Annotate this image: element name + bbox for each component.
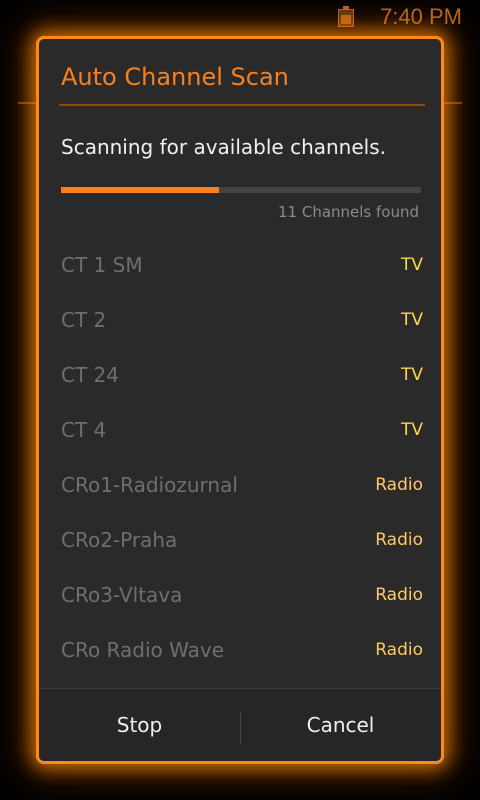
channel-row: CT 1 SM TV	[61, 239, 423, 294]
channel-name: CRo3-Vltava	[61, 583, 183, 607]
channel-name: CRo Radio Wave	[61, 638, 225, 662]
channel-row: CRo1-Radiozurnal Radio	[61, 459, 423, 514]
channel-type: Radio	[375, 585, 423, 605]
scan-progress-fill	[61, 187, 220, 193]
channel-row: CT 24 TV	[61, 349, 423, 404]
channel-type: Radio	[375, 475, 423, 495]
battery-icon	[338, 6, 354, 27]
channel-type: TV	[400, 310, 423, 330]
channel-row: CRo2-Praha Radio	[61, 514, 423, 569]
channel-name: CT 2	[61, 308, 107, 332]
dialog-button-bar: Stop Cancel	[39, 688, 441, 761]
channel-name: CRo1-Radiozurnal	[61, 473, 238, 497]
stop-button[interactable]: Stop	[39, 689, 240, 761]
scan-message: Scanning for available channels.	[61, 135, 386, 159]
channel-row: CT 2 TV	[61, 294, 423, 349]
channel-type: TV	[400, 365, 423, 385]
dialog-title: Auto Channel Scan	[61, 63, 289, 91]
channel-name: CRo2-Praha	[61, 528, 178, 552]
channel-type: Radio	[375, 640, 423, 660]
status-bar: 7:40 PM	[0, 0, 480, 33]
channel-type: TV	[400, 255, 423, 275]
channels-found-count: 11 Channels found	[277, 203, 419, 221]
channel-list: CT 1 SM TV CT 2 TV CT 24 TV CT 4 TV CRo1…	[61, 239, 423, 679]
title-divider	[59, 104, 425, 106]
scan-progress-bar	[61, 187, 421, 193]
channel-name: CT 24	[61, 363, 119, 387]
channel-name: CT 4	[61, 418, 107, 442]
channel-row: CRo Radio Wave Radio	[61, 624, 423, 679]
channel-row: CT 4 TV	[61, 404, 423, 459]
channel-type: TV	[400, 420, 423, 440]
channel-row: CRo3-Vltava Radio	[61, 569, 423, 624]
channel-type: Radio	[375, 530, 423, 550]
cancel-button[interactable]: Cancel	[240, 689, 441, 761]
channel-name: CT 1 SM	[61, 253, 143, 277]
auto-channel-scan-dialog: Auto Channel Scan Scanning for available…	[36, 36, 444, 764]
status-clock: 7:40 PM	[380, 4, 462, 29]
